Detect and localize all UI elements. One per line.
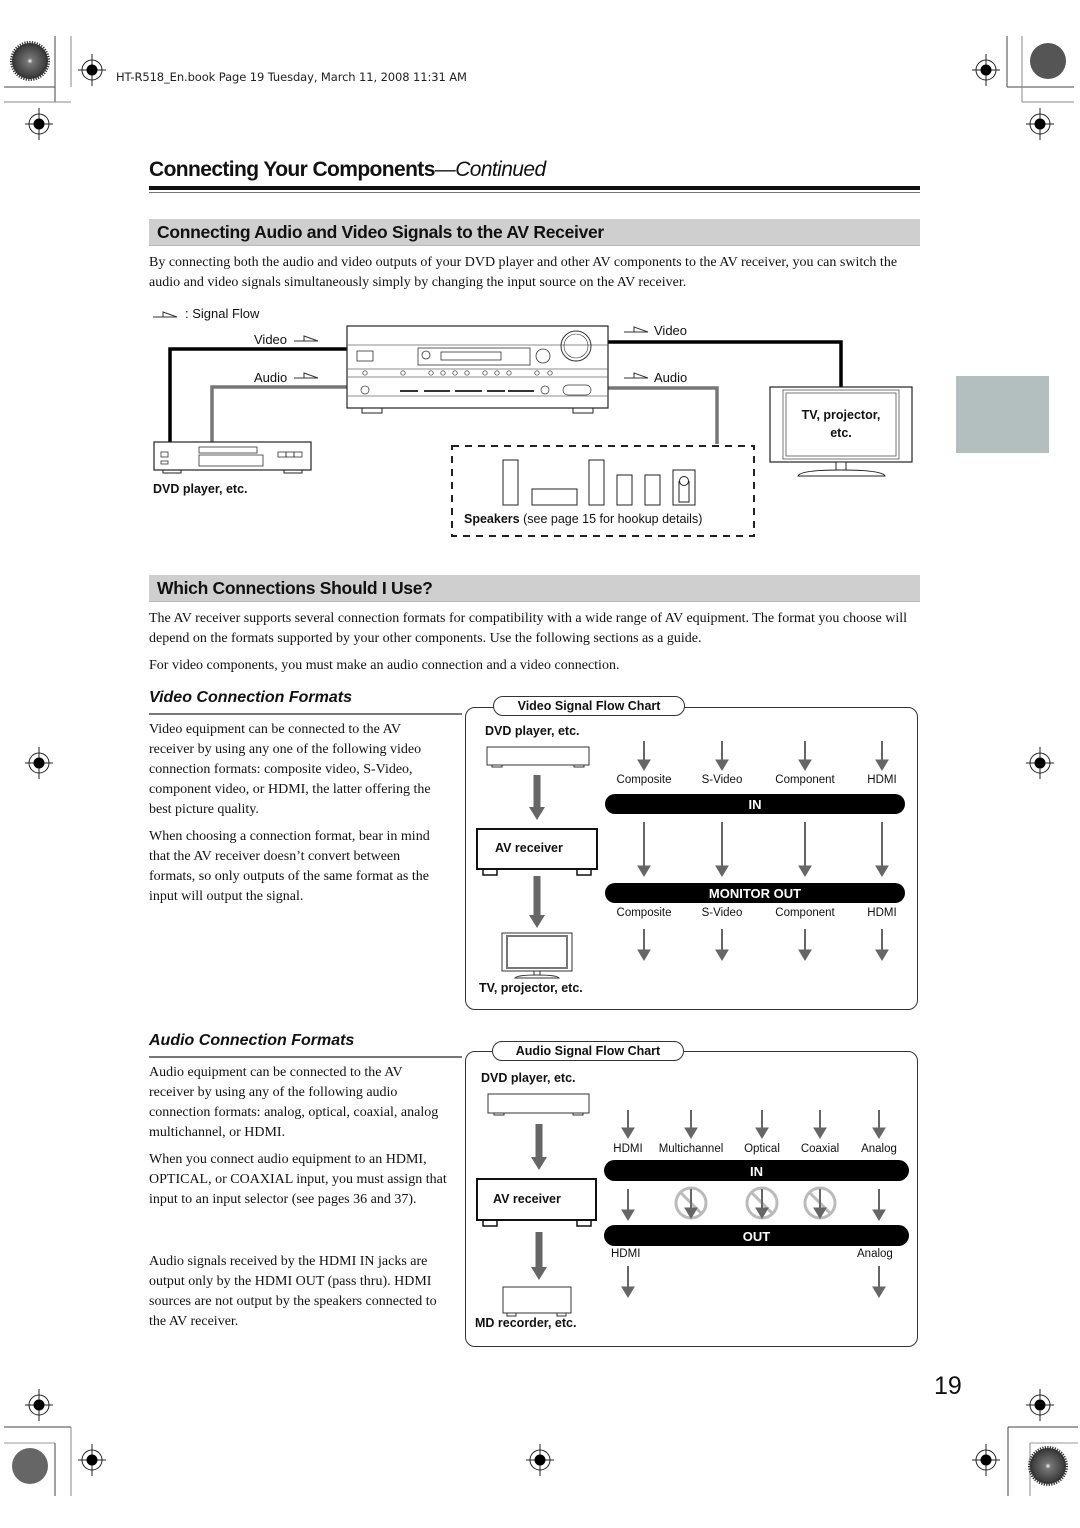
audio-input-arrow xyxy=(755,1110,769,1139)
audio-input-label: Analog xyxy=(861,1143,897,1155)
audio-chart-destination: MD recorder, etc. xyxy=(475,1316,577,1330)
audio-in-bar-label: IN xyxy=(750,1164,763,1179)
receiver-to-recorder-arrow xyxy=(531,1232,547,1280)
audio-blocked-arrow xyxy=(755,1189,769,1219)
audio-output-label: HDMI xyxy=(611,1248,641,1260)
audio-input-arrow xyxy=(621,1110,635,1139)
audio-input-arrow xyxy=(872,1110,886,1139)
dvd-box-icon xyxy=(487,1093,590,1114)
audio-output-arrow xyxy=(621,1266,635,1298)
audio-output-arrow xyxy=(872,1266,886,1298)
audio-passthrough-arrow xyxy=(872,1189,886,1221)
audio-passthrough-arrow xyxy=(621,1189,635,1221)
audio-input-arrow xyxy=(813,1110,827,1139)
audio-chart-receiver: AV receiver xyxy=(493,1192,561,1206)
source-to-receiver-arrow xyxy=(531,1124,547,1170)
audio-chart-graphics xyxy=(476,1093,909,1317)
page-number: 19 xyxy=(934,1372,962,1400)
audio-blocked-arrow xyxy=(813,1189,827,1219)
audio-output-label: Analog xyxy=(857,1248,893,1260)
audio-out-bar-label: OUT xyxy=(742,1229,771,1244)
md-recorder-icon xyxy=(502,1286,572,1314)
audio-blocked-arrow xyxy=(684,1189,698,1219)
audio-input-arrow xyxy=(684,1110,698,1139)
